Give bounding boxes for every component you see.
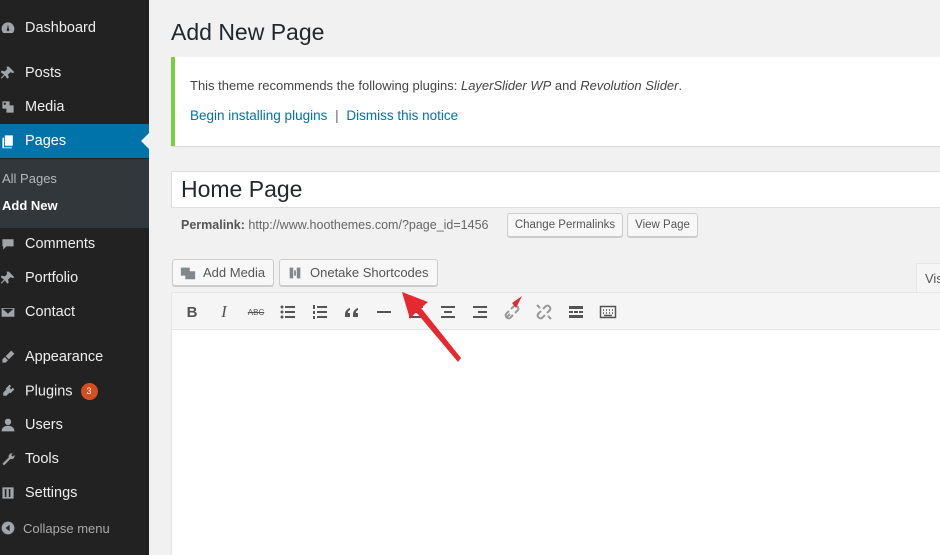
brush-icon <box>0 340 18 374</box>
pin-icon <box>0 56 18 90</box>
sidebar-item-posts[interactable]: Posts <box>0 56 149 90</box>
bullet-list-icon[interactable] <box>278 302 298 322</box>
media-icon <box>0 90 18 124</box>
sidebar-item-label: Media <box>25 99 65 115</box>
sidebar-item-settings[interactable]: Settings <box>0 476 149 510</box>
sidebar-item-comments[interactable]: Comments <box>0 227 149 261</box>
sidebar-item-label: Dashboard <box>25 20 96 36</box>
horizontal-line-icon[interactable] <box>374 302 394 322</box>
add-media-icon <box>179 266 197 280</box>
notice-links: Begin installing plugins | Dismiss this … <box>190 108 458 123</box>
sidebar-item-label: Portfolio <box>25 270 79 286</box>
sidebar-item-label: Posts <box>25 65 62 81</box>
sidebar-item-users[interactable]: Users <box>0 408 149 442</box>
plugin-name-layerslider: LayerSlider WP <box>460 78 552 93</box>
italic-button[interactable]: I <box>214 302 234 322</box>
onetake-shortcodes-button[interactable]: Onetake Shortcodes <box>279 259 438 286</box>
read-more-icon[interactable] <box>566 302 586 322</box>
align-center-icon[interactable] <box>438 302 458 322</box>
strikethrough-button[interactable]: ABC <box>246 302 266 322</box>
sidebar-item-label: Comments <box>25 236 96 252</box>
plugin-notice: This theme recommends the following plug… <box>171 57 940 146</box>
collapse-menu-button[interactable]: Collapse menu <box>0 511 149 545</box>
settings-icon <box>0 476 18 510</box>
add-media-button[interactable]: Add Media <box>172 259 275 286</box>
permalink-row: Permalink: http://www.hoothemes.com/?pag… <box>181 218 489 232</box>
mail-icon <box>0 295 18 329</box>
bold-button[interactable]: B <box>182 302 202 322</box>
sidebar-item-label: Settings <box>25 485 78 501</box>
sidebar-item-label: Contact <box>25 304 75 320</box>
comment-icon <box>0 227 18 261</box>
collapse-menu-label: Collapse menu <box>23 520 110 536</box>
wrench-icon <box>0 442 18 476</box>
pin-icon <box>0 261 18 295</box>
shortcode-icon <box>286 266 304 280</box>
plugin-icon <box>0 374 18 408</box>
sidebar-item-label: Pages <box>25 133 67 149</box>
sidebar-item-label: Appearance <box>25 349 104 365</box>
page-title: Add New Page <box>171 19 325 45</box>
sidebar-item-label: Tools <box>25 451 59 467</box>
blockquote-icon[interactable] <box>342 302 362 322</box>
link-separator: | <box>335 108 339 123</box>
sidebar-item-label: Plugins 3 <box>25 382 98 400</box>
sidebar-item-label: Users <box>25 417 63 433</box>
permalink-label: Permalink: <box>181 218 245 232</box>
page-title-input[interactable] <box>171 171 940 208</box>
sidebar-item-portfolio[interactable]: Portfolio <box>0 261 149 295</box>
change-permalinks-button[interactable]: Change Permalinks <box>507 213 623 237</box>
collapse-arrow-icon <box>0 511 18 545</box>
align-right-icon[interactable] <box>470 302 490 322</box>
sidebar-item-appearance[interactable]: Appearance <box>0 340 149 374</box>
numbered-list-icon[interactable] <box>310 302 330 322</box>
sidebar-item-contact[interactable]: Contact <box>0 295 149 329</box>
pages-icon <box>0 124 18 158</box>
permalink-url[interactable]: http://www.hoothemes.com/?page_id=1456 <box>248 218 488 232</box>
plugin-name-revolution: Revolution Slider <box>580 78 679 93</box>
editor-toolbar: B I ABC <box>172 293 940 330</box>
submenu-item-add-new[interactable]: Add New <box>2 198 58 213</box>
sidebar-item-dashboard[interactable]: Dashboard <box>0 11 149 45</box>
insert-link-icon[interactable] <box>502 302 522 322</box>
notice-message: This theme recommends the following plug… <box>190 78 683 93</box>
begin-installing-link[interactable]: Begin installing plugins <box>190 108 327 123</box>
plugins-update-badge: 3 <box>80 382 98 400</box>
sidebar-item-plugins[interactable]: Plugins 3 <box>0 374 149 408</box>
visual-tab[interactable]: Vis <box>916 263 940 293</box>
pages-submenu: All Pages Add New <box>0 159 149 228</box>
user-icon <box>0 408 18 442</box>
admin-sidebar: Dashboard Posts Media Pages All Pages Ad… <box>0 0 149 555</box>
dashboard-icon <box>0 11 18 45</box>
view-page-button[interactable]: View Page <box>627 213 698 237</box>
toolbar-toggle-icon[interactable] <box>598 302 618 322</box>
sidebar-item-pages[interactable]: Pages <box>0 124 149 158</box>
sidebar-item-media[interactable]: Media <box>0 90 149 124</box>
submenu-item-all-pages[interactable]: All Pages <box>2 171 57 186</box>
align-left-icon[interactable] <box>406 302 426 322</box>
content-editor[interactable]: B I ABC <box>171 292 940 555</box>
sidebar-item-tools[interactable]: Tools <box>0 442 149 476</box>
dismiss-notice-link[interactable]: Dismiss this notice <box>346 108 458 123</box>
unlink-icon[interactable] <box>534 302 554 322</box>
